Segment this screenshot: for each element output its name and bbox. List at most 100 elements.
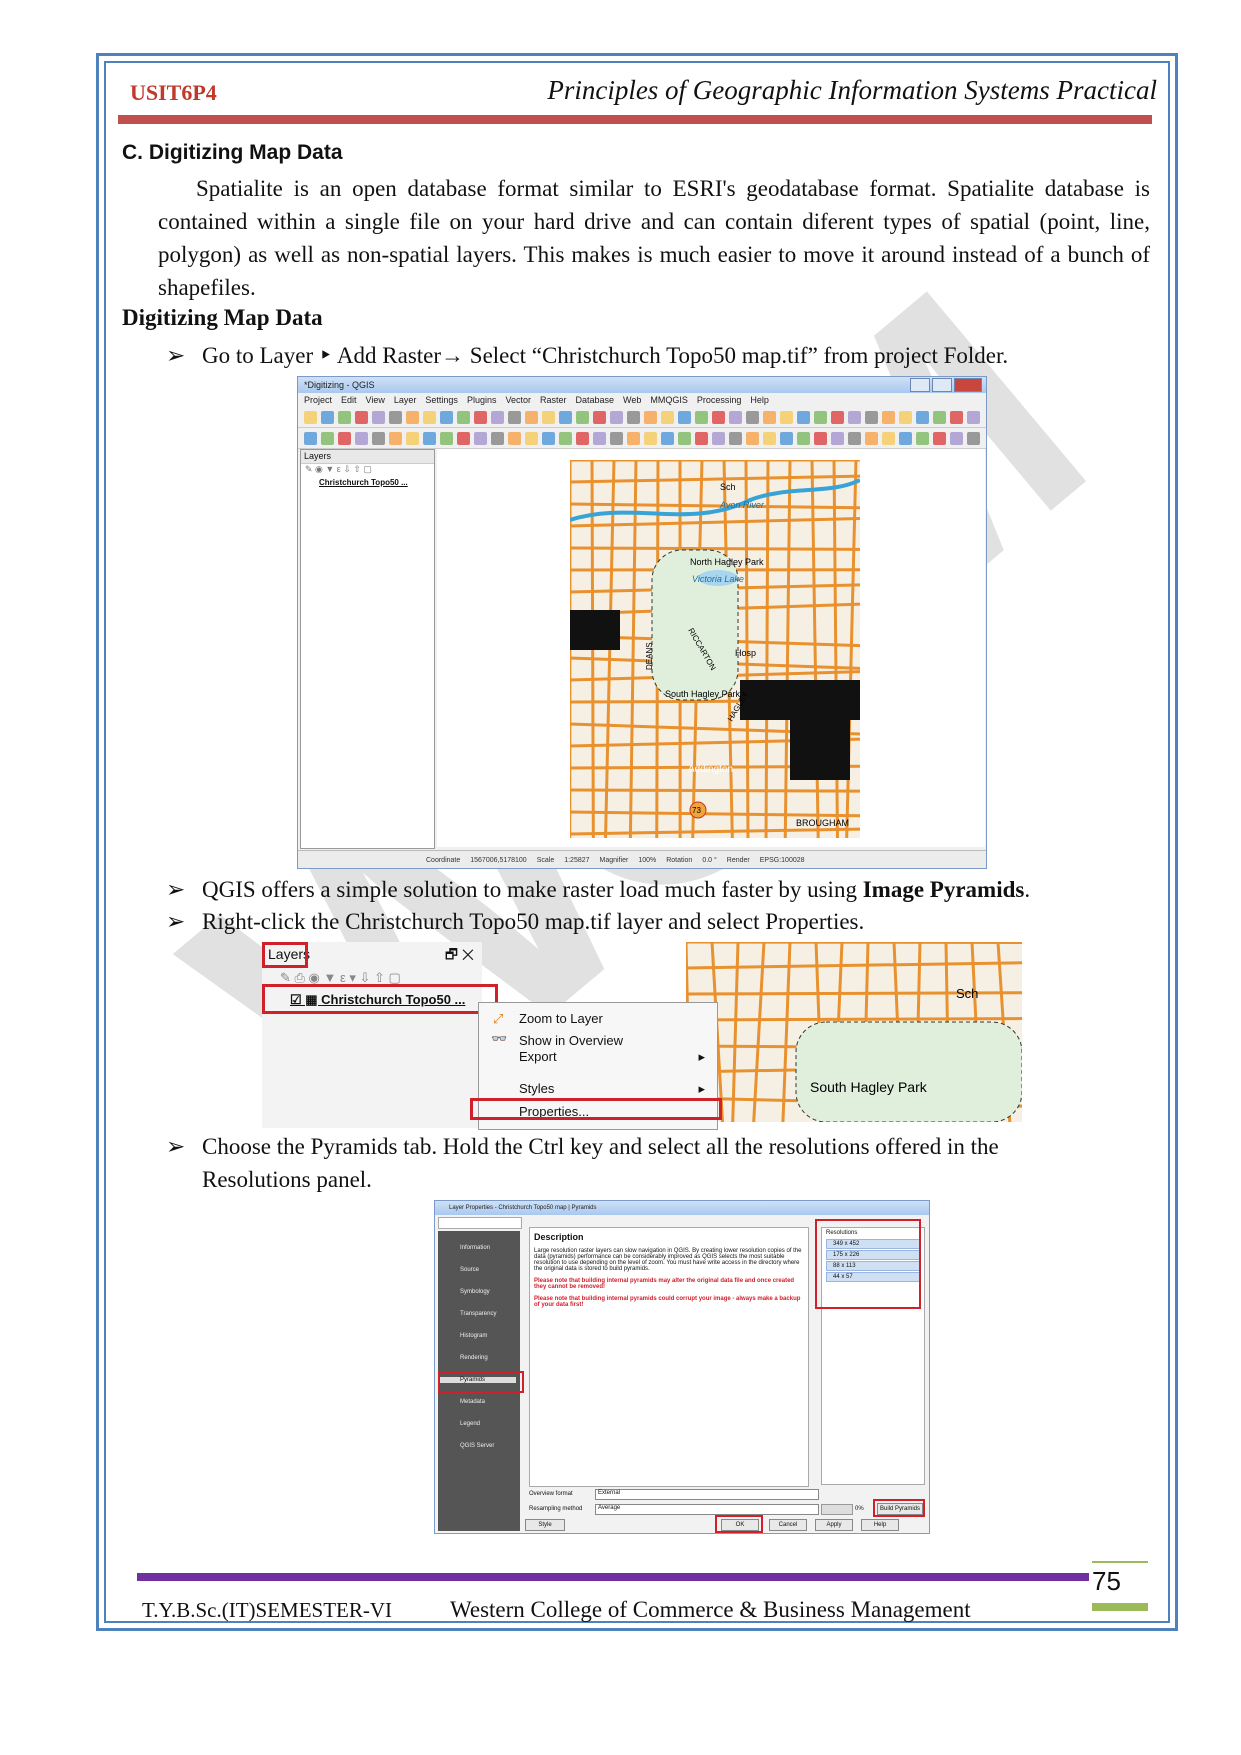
toolbar-tool-icon[interactable] [508,410,521,424]
toolbar-tool-icon[interactable] [627,410,640,424]
render-checkbox[interactable]: Render [727,857,750,864]
toolbar-tool-icon[interactable] [423,431,436,445]
menu-project[interactable]: Project [304,395,332,405]
toolbar-tool-icon[interactable] [678,410,691,424]
toolbar-tool-icon[interactable] [865,410,878,424]
toolbar-tool-icon[interactable] [491,431,504,445]
toolbar-tool-icon[interactable] [882,431,895,445]
toolbar-tool-icon[interactable] [542,410,555,424]
toolbar-tool-icon[interactable] [525,410,538,424]
toolbar-tool-icon[interactable] [916,431,929,445]
toolbar-tool-icon[interactable] [372,410,385,424]
toolbar-tool-icon[interactable] [525,431,538,445]
menu-processing[interactable]: Processing [697,395,742,405]
menu-plugins[interactable]: Plugins [467,395,497,405]
toolbar-tool-icon[interactable] [967,431,980,445]
tab-transparency[interactable]: Transparency [460,1311,496,1317]
toolbar-tool-icon[interactable] [355,410,368,424]
toolbar-tool-icon[interactable] [848,410,861,424]
toolbar-tool-icon[interactable] [627,431,640,445]
help-button[interactable]: Help [861,1519,899,1531]
toolbar-tool-icon[interactable] [559,431,572,445]
toolbar-tool-icon[interactable] [729,410,742,424]
toolbar-tool-icon[interactable] [661,431,674,445]
tab-histogram[interactable]: Histogram [460,1333,487,1339]
toolbar-tool-icon[interactable] [423,410,436,424]
style-button[interactable]: Style [525,1519,565,1531]
toolbar-tool-icon[interactable] [763,431,776,445]
toolbar-tool-icon[interactable] [780,410,793,424]
toolbar-tool-icon[interactable] [831,410,844,424]
toolbar-tool-icon[interactable] [457,410,470,424]
toolbar-tool-icon[interactable] [355,431,368,445]
toolbar-tool-icon[interactable] [593,410,606,424]
toolbar-tool-icon[interactable] [933,431,946,445]
overview-format-select[interactable]: External [595,1489,819,1500]
toolbar-tool-icon[interactable] [899,410,912,424]
toolbar-tool-icon[interactable] [576,410,589,424]
toolbar-tool-icon[interactable] [678,431,691,445]
toolbar-tool-icon[interactable] [474,410,487,424]
tab-metadata[interactable]: Metadata [460,1399,485,1405]
toolbar-tool-icon[interactable] [780,431,793,445]
toolbar-tool-icon[interactable] [542,431,555,445]
toolbar-tool-icon[interactable] [712,410,725,424]
toolbar-tool-icon[interactable] [831,431,844,445]
toolbar-tool-icon[interactable] [763,410,776,424]
toolbar-tool-icon[interactable] [457,431,470,445]
toolbar-tool-icon[interactable] [950,410,963,424]
toolbar-tool-icon[interactable] [406,431,419,445]
crs-indicator[interactable]: EPSG:100028 [760,857,805,864]
menu-layer[interactable]: Layer [394,395,417,405]
toolbar-tool-icon[interactable] [440,431,453,445]
scale-value[interactable]: 1:25827 [564,857,589,864]
toolbar-tool-icon[interactable] [729,431,742,445]
toolbar-tool-icon[interactable] [593,431,606,445]
menu-vector[interactable]: Vector [505,395,531,405]
minimize-icon[interactable] [910,378,930,392]
ctx-styles[interactable]: Styles [519,1081,554,1096]
panel-float-close-icons[interactable]: 🗗 ✕ [445,944,474,968]
tab-information[interactable]: Information [460,1245,490,1251]
toolbar-tool-icon[interactable] [882,410,895,424]
menu-settings[interactable]: Settings [425,395,458,405]
toolbar-tool-icon[interactable] [644,410,657,424]
toolbar-tool-icon[interactable] [814,431,827,445]
tab-qgis-server[interactable]: QGIS Server [460,1443,494,1449]
menu-edit[interactable]: Edit [341,395,357,405]
toolbar-tool-icon[interactable] [559,410,572,424]
menu-raster[interactable]: Raster [540,395,567,405]
toolbar-tool-icon[interactable] [406,410,419,424]
toolbar-tool-icon[interactable] [474,431,487,445]
tab-legend[interactable]: Legend [460,1421,480,1427]
toolbar-tool-icon[interactable] [576,431,589,445]
toolbar-tool-icon[interactable] [746,431,759,445]
menu-mmqgis[interactable]: MMQGIS [650,395,688,405]
rotation-value[interactable]: 0.0 ° [702,857,716,864]
tab-rendering[interactable]: Rendering [460,1355,488,1361]
cancel-button[interactable]: Cancel [769,1519,807,1531]
tab-symbology[interactable]: Symbology [460,1289,490,1295]
toolbar-tool-icon[interactable] [712,431,725,445]
toolbar-tool-icon[interactable] [695,431,708,445]
magnifier-value[interactable]: 100% [638,857,656,864]
resampling-select[interactable]: Average [595,1504,819,1515]
toolbar-tool-icon[interactable] [491,410,504,424]
toolbar-tool-icon[interactable] [661,410,674,424]
ctx-show-in-overview[interactable]: Show in Overview [519,1033,623,1048]
toolbar-tool-icon[interactable] [304,431,317,445]
ctx-zoom-to-layer[interactable]: Zoom to Layer [519,1011,603,1026]
toolbar-tool-icon[interactable] [338,431,351,445]
toolbar-tool-icon[interactable] [950,431,963,445]
toolbar-tool-icon[interactable] [321,431,334,445]
toolbar-tool-icon[interactable] [865,431,878,445]
close-icon[interactable] [954,378,982,392]
toolbar-tool-icon[interactable] [372,431,385,445]
toolbar-tool-icon[interactable] [644,431,657,445]
toolbar-tool-icon[interactable] [814,410,827,424]
maximize-icon[interactable] [932,378,952,392]
ctx-export[interactable]: Export [519,1049,557,1064]
toolbar-tool-icon[interactable] [321,410,334,424]
toolbar-tool-icon[interactable] [848,431,861,445]
toolbar-tool-icon[interactable] [695,410,708,424]
